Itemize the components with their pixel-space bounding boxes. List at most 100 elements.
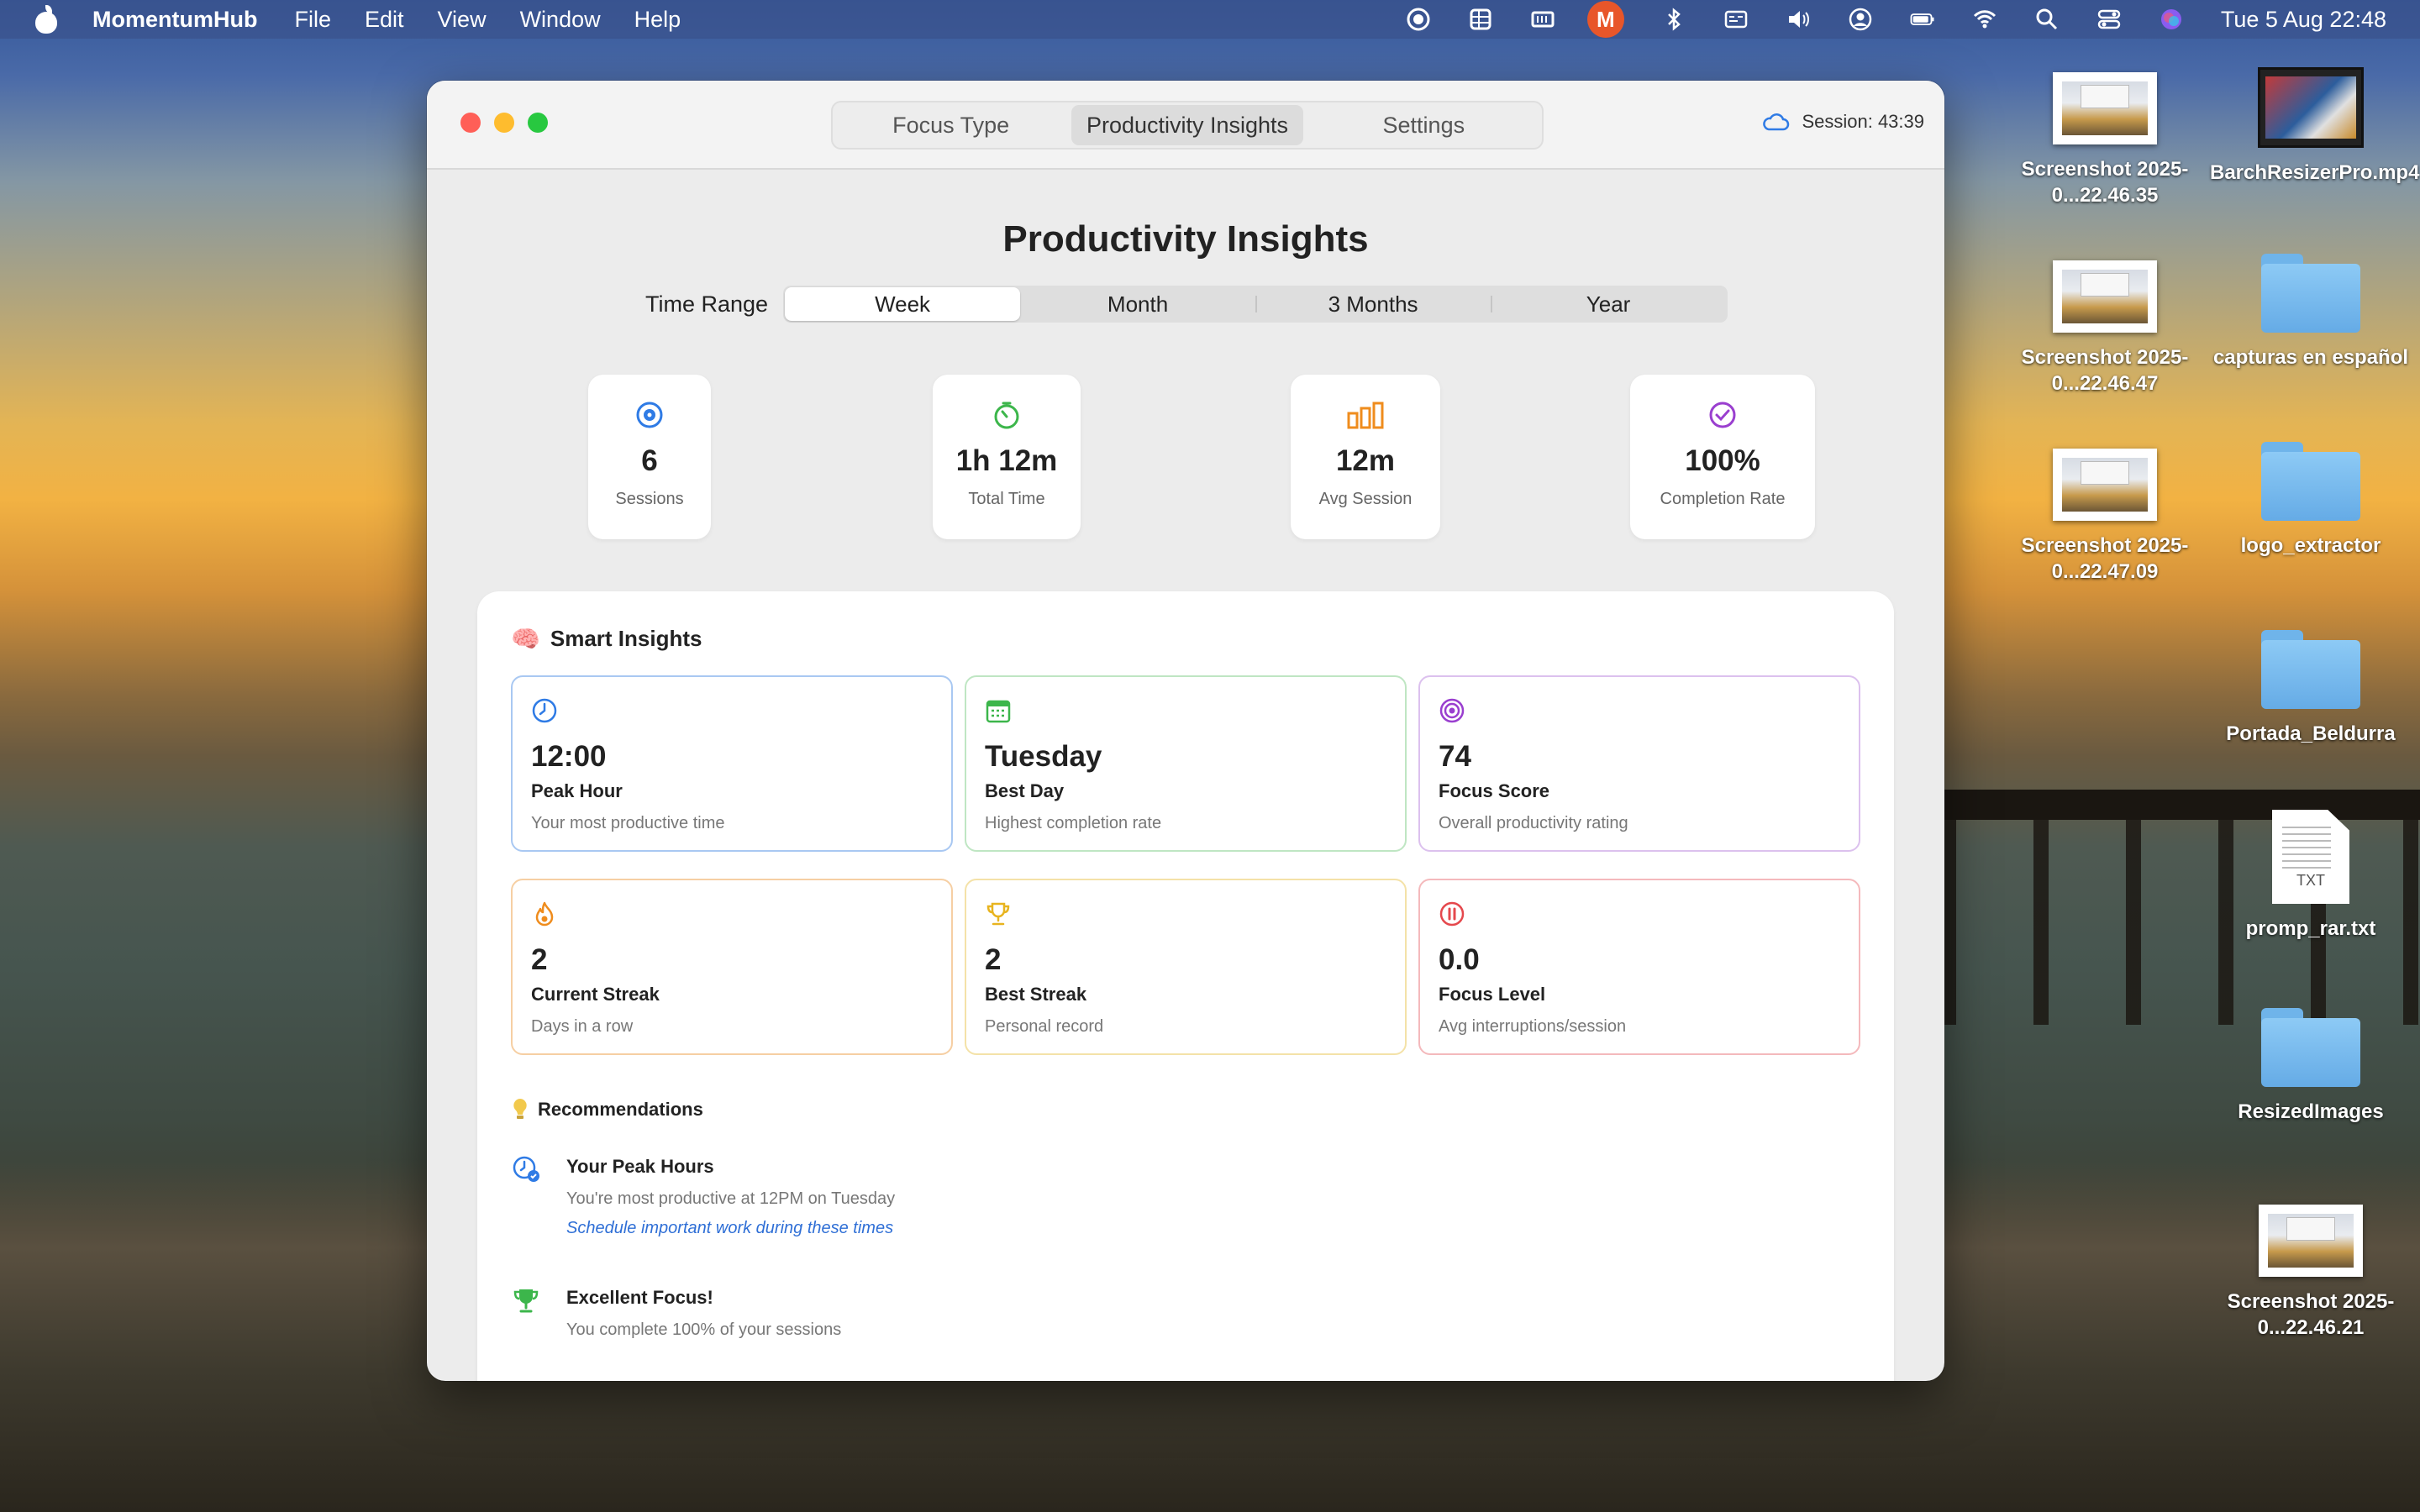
desktop-icon-folder[interactable]: ResizedImages	[2210, 1005, 2412, 1125]
insight-subtitle: Highest completion rate	[985, 814, 1162, 832]
desktop-icon-label: promp_rar.txt	[2245, 917, 2376, 940]
close-window-button[interactable]	[460, 113, 481, 133]
desktop-icon-screenshot[interactable]: Screenshot 2025-0...22.47.09	[2004, 449, 2206, 585]
folder-icon	[2261, 627, 2360, 709]
screenshot-thumbnail-icon	[2053, 72, 2157, 144]
trophy-icon	[513, 1289, 539, 1313]
range-year[interactable]: Year	[1491, 287, 1726, 321]
user-account-icon[interactable]	[1848, 7, 1873, 32]
insight-subtitle: Personal record	[985, 1017, 1104, 1036]
battery-icon[interactable]	[1910, 7, 1935, 32]
time-range-row: Time Range Week Month 3 Months Year	[645, 286, 1728, 323]
recommendation-action-link[interactable]: Schedule important work during these tim…	[566, 1219, 895, 1238]
clock-badge-icon	[513, 1156, 539, 1182]
menu-window[interactable]: Window	[520, 7, 601, 33]
desktop-icon-label: BarchResizerPro.mp4	[2210, 161, 2420, 184]
recommendation-body: Excellent Focus! You complete 100% of yo…	[566, 1287, 841, 1340]
desktop-icon-folder[interactable]: capturas en español	[2210, 250, 2412, 370]
memory-icon[interactable]	[1530, 7, 1555, 32]
target-icon	[636, 402, 663, 428]
cloud-icon	[1763, 113, 1790, 131]
insight-title: Best Streak	[985, 984, 1087, 1005]
insight-card-best-day: Tuesday Best Day Highest completion rate	[965, 675, 1407, 852]
zoom-window-button[interactable]	[528, 113, 548, 133]
volume-icon[interactable]	[1786, 7, 1811, 32]
desktop-icon-folder[interactable]: Portada_Beldurra	[2210, 627, 2412, 747]
session-indicator: Session: 43:39	[1761, 111, 1924, 133]
desktop-icon-screenshot[interactable]: Screenshot 2025-0...22.46.21	[2210, 1205, 2412, 1341]
desktop-icon-screenshot[interactable]: Screenshot 2025-0...22.46.35	[2004, 72, 2206, 208]
desktop-icon-label: Screenshot 2025-0...22.47.09	[2021, 534, 2189, 583]
apple-logo-icon[interactable]	[34, 5, 59, 34]
desktop-icon-label: Screenshot 2025-0...22.46.21	[2227, 1290, 2395, 1339]
insight-subtitle: Avg interruptions/session	[1439, 1017, 1627, 1036]
desktop-icon-video[interactable]: BarchResizerPro.mp4	[2210, 67, 2420, 186]
clock-icon	[532, 698, 557, 723]
momentum-status-icon[interactable]: M	[1586, 1, 1624, 38]
recommendation-title: Your Peak Hours	[566, 1156, 714, 1177]
insight-card-peak-hour: 12:00 Peak Hour Your most productive tim…	[511, 675, 953, 852]
insight-value: Tuesday	[985, 740, 1102, 773]
bluetooth-icon[interactable]	[1661, 7, 1686, 32]
stat-value: 100%	[1685, 444, 1760, 477]
tab-settings[interactable]: Settings	[1308, 105, 1539, 145]
recommendation-excellent-focus: Excellent Focus! You complete 100% of yo…	[511, 1287, 841, 1340]
stat-label: Avg Session	[1318, 490, 1413, 508]
timer-icon	[994, 402, 1019, 429]
insight-value: 12:00	[531, 740, 607, 773]
insight-card-focus-level: 0.0 Focus Level Avg interruptions/sessio…	[1418, 879, 1860, 1055]
insight-title: Best Day	[985, 780, 1065, 801]
smart-insights-panel: 🧠 Smart Insights 12:00 Peak Hour Your mo…	[477, 591, 1894, 1381]
insight-card-focus-score: 74 Focus Score Overall productivity rati…	[1418, 675, 1860, 852]
menu-bar-clock[interactable]: Tue 5 Aug 22:48	[2221, 7, 2386, 33]
tab-focus-type[interactable]: Focus Type	[835, 105, 1066, 145]
spotlight-search-icon[interactable]	[2034, 7, 2060, 32]
menu-app-name[interactable]: MomentumHub	[92, 7, 257, 33]
flame-icon	[535, 901, 554, 927]
desktop-icon-text-file[interactable]: TXT promp_rar.txt	[2210, 810, 2412, 942]
desktop-icon-folder[interactable]: logo_extractor	[2210, 438, 2412, 559]
insight-subtitle: Days in a row	[531, 1017, 634, 1036]
main-tabs: Focus Type Productivity Insights Setting…	[831, 101, 1544, 150]
recommendation-body: Your Peak Hours You're most productive a…	[566, 1156, 895, 1238]
stat-card-total-time: 1h 12m Total Time	[933, 375, 1081, 539]
bar-chart-icon	[1347, 402, 1384, 429]
insight-value: 2	[985, 943, 1002, 976]
desktop-icon-label: Portada_Beldurra	[2226, 722, 2396, 745]
record-icon[interactable]	[1406, 7, 1431, 32]
desktop-icon-label: Screenshot 2025-0...22.46.47	[2021, 346, 2189, 395]
menu-view[interactable]: View	[438, 7, 487, 33]
stat-label: Completion Rate	[1660, 490, 1786, 508]
range-week[interactable]: Week	[785, 287, 1021, 321]
insight-subtitle: Overall productivity rating	[1439, 814, 1628, 832]
siri-icon[interactable]	[2159, 7, 2184, 32]
desktop-icon-label: capturas en español	[2212, 346, 2409, 369]
insight-value: 74	[1439, 740, 1471, 773]
grid-table-icon[interactable]	[1468, 7, 1493, 32]
menu-edit[interactable]: Edit	[365, 7, 404, 33]
menu-help[interactable]: Help	[634, 7, 681, 33]
tab-productivity-insights[interactable]: Productivity Insights	[1071, 105, 1303, 145]
menu-file[interactable]: File	[294, 7, 331, 33]
recommendation-text: You complete 100% of your sessions	[566, 1320, 842, 1339]
stat-value: 6	[641, 444, 658, 477]
minimize-window-button[interactable]	[494, 113, 514, 133]
range-month[interactable]: Month	[1020, 287, 1255, 321]
recommendation-text: You're most productive at 12PM on Tuesda…	[566, 1189, 896, 1208]
stat-card-sessions: 6 Sessions	[588, 375, 711, 539]
control-center-icon[interactable]	[2096, 7, 2122, 32]
brain-icon: 🧠	[511, 626, 540, 652]
insight-value: 2	[531, 943, 548, 976]
folder-icon	[2261, 1005, 2360, 1087]
recommendations-header: Recommendations	[511, 1097, 703, 1122]
wifi-icon[interactable]	[1972, 7, 1997, 32]
window-titlebar[interactable]: Focus Type Productivity Insights Setting…	[427, 81, 1944, 170]
stat-label: Total Time	[968, 490, 1045, 508]
video-thumbnail-icon	[2258, 67, 2364, 148]
insight-title: Peak Hour	[531, 780, 623, 801]
range-3-months[interactable]: 3 Months	[1255, 287, 1491, 321]
time-range-label: Time Range	[645, 291, 769, 317]
keyboard-input-icon[interactable]	[1723, 7, 1749, 32]
desktop-icon-screenshot[interactable]: Screenshot 2025-0...22.46.47	[2004, 260, 2206, 396]
recommendation-peak-hours: Your Peak Hours You're most productive a…	[511, 1156, 895, 1238]
